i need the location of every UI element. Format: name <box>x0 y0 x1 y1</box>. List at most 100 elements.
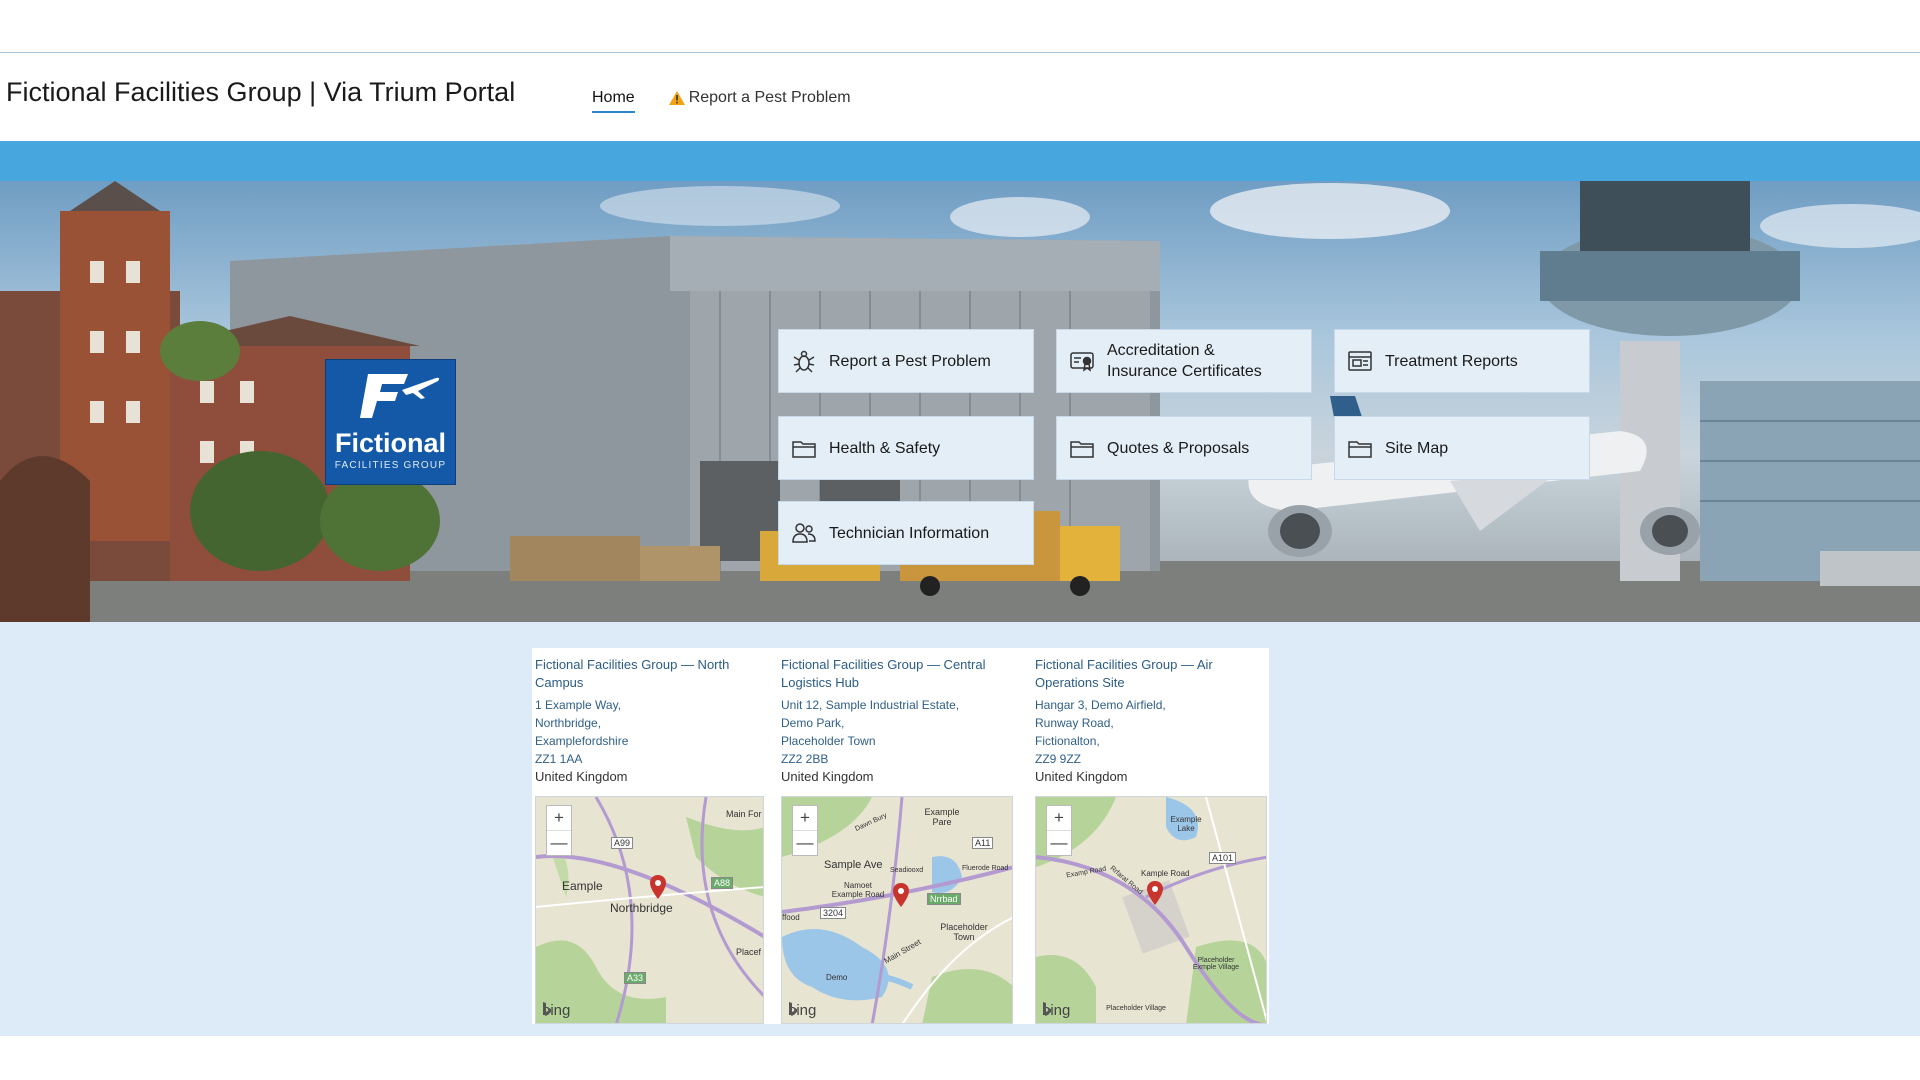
map-place-label: Sample Ave <box>824 859 883 871</box>
tile-quotes-proposals[interactable]: Quotes & Proposals <box>1056 416 1312 480</box>
address-line: ZZ9 9ZZ <box>1035 752 1082 766</box>
site-title: Fictional Facilities Group | Via Trium P… <box>6 77 516 107</box>
map-place-label: Seadiooxd <box>890 867 924 874</box>
location-north-campus: Fictional Facilities Group — North Campu… <box>535 648 769 786</box>
map-place-label: Fluerode Road <box>962 865 1009 872</box>
tile-label: Accreditation & Insurance Certificates <box>1107 342 1262 380</box>
location-central-logistics: Fictional Facilities Group — Central Log… <box>781 648 1015 786</box>
map-place-label: Demo <box>826 973 848 982</box>
address-line: Hangar 3, Demo Airfield, <box>1035 698 1166 712</box>
address-line: Unit 12, Sample Industrial Estate, <box>781 698 960 712</box>
zoom-out-button[interactable]: — <box>547 830 571 855</box>
main-nav: Home Report a Pest Problem <box>592 89 851 113</box>
tile-site-map[interactable]: Site Map <box>1334 416 1590 480</box>
nav-report-pest-problem[interactable]: Report a Pest Problem <box>668 89 851 113</box>
map-place-label: Northbridge <box>610 901 673 915</box>
nav-home[interactable]: Home <box>592 89 635 113</box>
location-pin-icon[interactable] <box>1146 881 1164 905</box>
site-header: Fictional Facilities Group | Via Trium P… <box>0 53 1920 141</box>
road-label: A33 <box>624 972 647 984</box>
logo-wordmark: Fictional <box>334 428 446 458</box>
nav-report-label: Report a Pest Problem <box>688 89 851 106</box>
logo-subtitle: FACILITIES GROUP <box>334 460 447 471</box>
people-icon <box>792 523 816 543</box>
road-label: A99 <box>611 837 634 849</box>
locations-panel: Fictional Facilities Group — North Campu… <box>532 648 1269 1024</box>
hero-banner: Fictional FACILITIES GROUP Report a Pest… <box>0 181 1920 622</box>
address-line: Examplefordshire <box>535 734 629 748</box>
quick-links: Report a Pest Problem Accreditation & In… <box>778 329 1590 569</box>
road-label: A11 <box>972 837 994 849</box>
road-label: A101 <box>1209 852 1237 864</box>
tile-report-pest-problem[interactable]: Report a Pest Problem <box>778 329 1034 393</box>
location-air-operations: Fictional Facilities Group — Air Operati… <box>1035 648 1269 786</box>
address-line: 1 Example Way, <box>535 698 622 712</box>
map-place-label: Eample <box>562 879 603 893</box>
location-country: United Kingdom <box>781 769 874 784</box>
map-place-label: ffood <box>782 913 800 922</box>
bing-logo-icon <box>1043 1002 1051 1016</box>
plane-f-icon <box>360 374 440 418</box>
location-country: United Kingdom <box>535 769 628 784</box>
map-air-operations[interactable]: A101 Example Lake Kample Road Placeholde… <box>1035 796 1267 1024</box>
map-place-label: Namoet Example Road <box>831 881 885 899</box>
tile-accreditation-certificates[interactable]: Accreditation & Insurance Certificates <box>1056 329 1312 393</box>
map-attribution: bing <box>788 1002 816 1019</box>
address-line: Demo Park, <box>781 716 845 730</box>
address-line: Northbridge, <box>535 716 602 730</box>
accent-band <box>0 141 1920 181</box>
pest-icon <box>793 350 815 373</box>
zoom-in-button[interactable]: + <box>547 806 571 830</box>
tile-label: Technician Information <box>829 524 990 542</box>
road-label: A88 <box>711 877 734 889</box>
map-place-label: Main For <box>726 809 762 819</box>
location-country: United Kingdom <box>1035 769 1128 784</box>
tile-label: Treatment Reports <box>1385 352 1518 370</box>
map-attribution: bing <box>542 1002 570 1019</box>
location-address: Unit 12, Sample Industrial Estate, Demo … <box>781 696 1015 768</box>
map-zoom-controls: + — <box>792 805 818 856</box>
zoom-in-button[interactable]: + <box>793 806 817 830</box>
bing-logo-icon <box>789 1002 797 1016</box>
location-name: Fictional Facilities Group — Central Log… <box>781 657 986 690</box>
location-name: Fictional Facilities Group — Air Operati… <box>1035 657 1213 690</box>
zoom-out-button[interactable]: — <box>793 830 817 855</box>
bing-logo-icon <box>543 1002 551 1016</box>
map-place-label: Placeholder Village <box>1106 1005 1166 1012</box>
map-zoom-controls: + — <box>546 805 572 856</box>
tile-health-safety[interactable]: Health & Safety <box>778 416 1034 480</box>
location-pin-icon[interactable] <box>649 875 667 899</box>
tile-label: Report a Pest Problem <box>829 352 991 370</box>
tile-label: Quotes & Proposals <box>1107 439 1250 457</box>
map-north-campus[interactable]: A99 A88 A33 Eample Northbridge Main For … <box>535 796 764 1024</box>
road-label: Nrrbad <box>927 893 961 905</box>
address-line: ZZ2 2BB <box>781 752 829 766</box>
warning-icon <box>668 91 685 105</box>
folder-icon <box>1348 441 1372 458</box>
report-icon <box>1348 351 1372 371</box>
address-line: Placeholder Town <box>781 734 876 748</box>
company-logo: Fictional FACILITIES GROUP <box>325 359 456 485</box>
map-zoom-controls: + — <box>1046 805 1072 856</box>
address-line: Runway Road, <box>1035 716 1114 730</box>
location-pin-icon[interactable] <box>892 883 910 907</box>
map-place-label: Placeholder Exmple Village <box>1192 957 1240 971</box>
folder-icon <box>1070 441 1094 458</box>
location-address: Hangar 3, Demo Airfield, Runway Road, Fi… <box>1035 696 1269 768</box>
address-line: ZZ1 1AA <box>535 752 583 766</box>
map-place-label: Example Lake <box>1170 815 1202 833</box>
map-attribution: bing <box>1042 1002 1070 1019</box>
map-central-logistics[interactable]: A11 3204 Nrrbad Sample Ave Example Pare … <box>781 796 1013 1024</box>
tile-label: Health & Safety <box>829 439 941 457</box>
folder-icon <box>792 441 816 458</box>
zoom-out-button[interactable]: — <box>1047 830 1071 855</box>
zoom-in-button[interactable]: + <box>1047 806 1071 830</box>
map-place-label: Placef <box>736 947 762 957</box>
tile-technician-information[interactable]: Technician Information <box>778 501 1034 565</box>
tile-treatment-reports[interactable]: Treatment Reports <box>1334 329 1590 393</box>
locations-section: Fictional Facilities Group — North Campu… <box>0 622 1920 1036</box>
map-place-label: Kample Road <box>1141 869 1190 878</box>
location-address: 1 Example Way, Northbridge, Examplefords… <box>535 696 769 768</box>
certificate-icon <box>1070 352 1094 372</box>
tile-label: Site Map <box>1385 439 1449 457</box>
